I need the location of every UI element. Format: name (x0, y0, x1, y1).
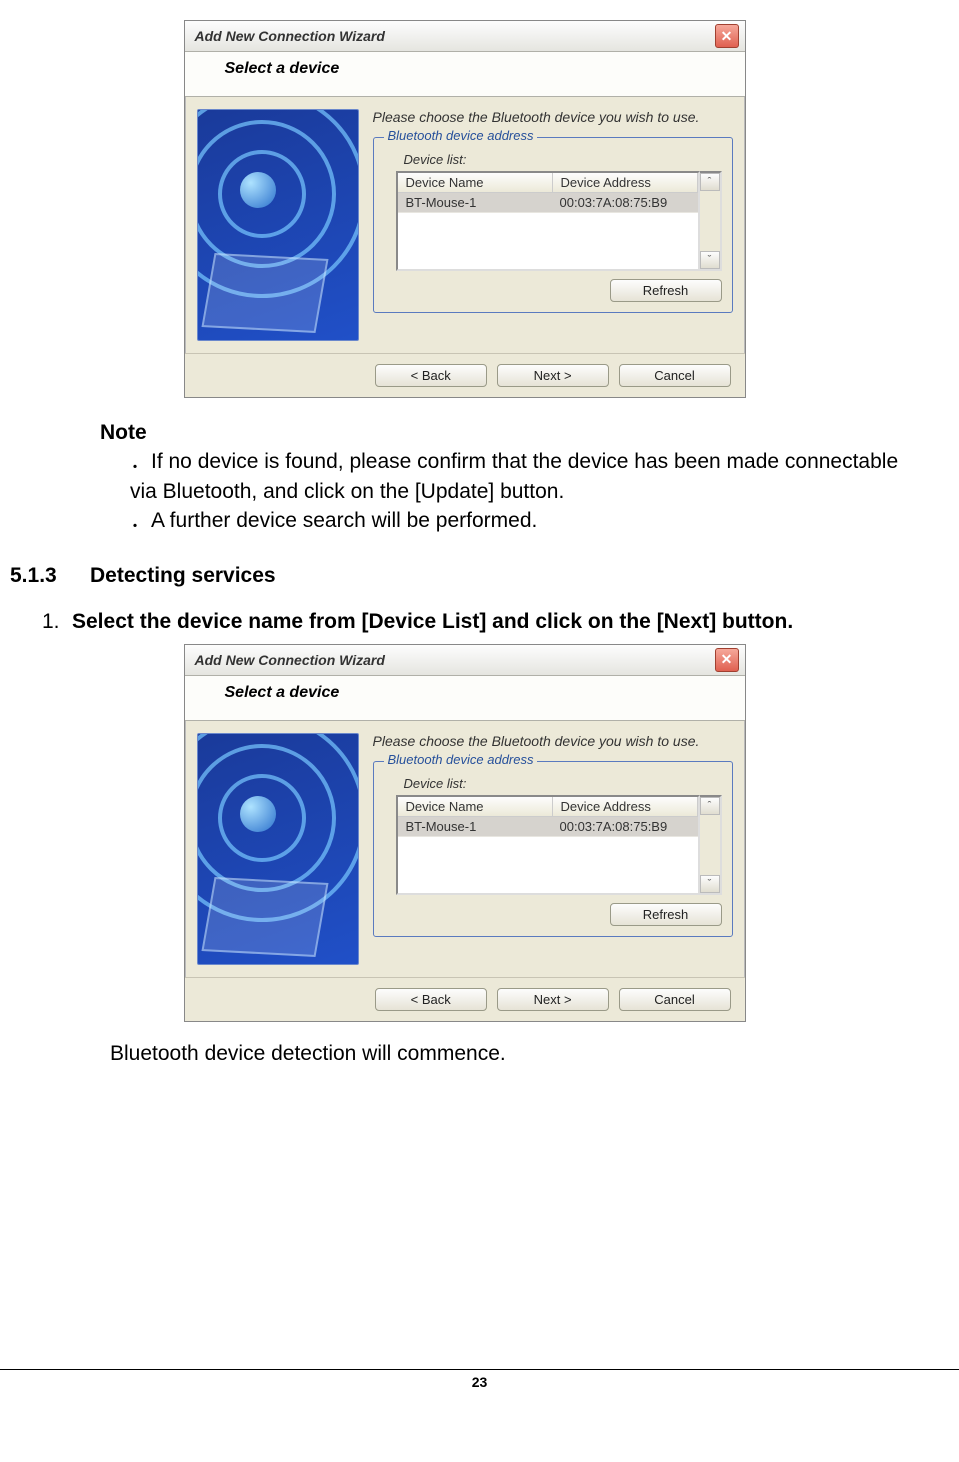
scroll-up-icon[interactable]: ˆ (700, 797, 720, 815)
scroll-up-icon[interactable]: ˆ (700, 173, 720, 191)
note-block: Note ．If no device is found, please conf… (100, 418, 919, 536)
page-number: 23 (472, 1374, 488, 1390)
wizard-dialog-1: Add New Connection Wizard ✕ Select a dev… (184, 20, 746, 398)
tail-text: Bluetooth device detection will commence… (110, 1042, 919, 1066)
table-row[interactable]: BT-Mouse-1 00:03:7A:08:75:B9 (398, 193, 698, 213)
titlebar: Add New Connection Wizard ✕ (185, 21, 745, 52)
col-header-address: Device Address (553, 797, 698, 816)
list-header: Device Name Device Address (398, 797, 698, 817)
device-list[interactable]: Device Name Device Address BT-Mouse-1 00… (396, 171, 700, 271)
dialog-subtitle: Select a device (185, 676, 745, 721)
table-row[interactable]: BT-Mouse-1 00:03:7A:08:75:B9 (398, 817, 698, 837)
dialog-title: Add New Connection Wizard (195, 652, 385, 668)
list-header: Device Name Device Address (398, 173, 698, 193)
cancel-button[interactable]: Cancel (619, 988, 731, 1011)
note-item: ．If no device is found, please confirm t… (130, 447, 919, 506)
section-number: 5.1.3 (10, 564, 90, 588)
note-heading: Note (100, 418, 919, 447)
group-label: Bluetooth device address (384, 128, 538, 143)
scroll-down-icon[interactable]: ˇ (700, 875, 720, 893)
refresh-button[interactable]: Refresh (610, 279, 722, 302)
scrollbar[interactable]: ˆ ˇ (700, 171, 722, 271)
step-line: 1. Select the device name from [Device L… (42, 610, 919, 634)
wizard-dialog-2: Add New Connection Wizard ✕ Select a dev… (184, 644, 746, 1022)
cancel-button[interactable]: Cancel (619, 364, 731, 387)
scroll-down-icon[interactable]: ˇ (700, 251, 720, 269)
section-title: Detecting services (90, 564, 276, 588)
section-heading: 5.1.3 Detecting services (10, 564, 919, 588)
close-icon[interactable]: ✕ (715, 648, 739, 672)
device-list-label: Device list: (404, 776, 722, 791)
instruction-text: Please choose the Bluetooth device you w… (373, 733, 733, 749)
device-list[interactable]: Device Name Device Address BT-Mouse-1 00… (396, 795, 700, 895)
wizard-illustration (197, 109, 359, 341)
row-device-address: 00:03:7A:08:75:B9 (552, 193, 698, 212)
back-button[interactable]: < Back (375, 364, 487, 387)
device-address-group: Bluetooth device address Device list: De… (373, 761, 733, 937)
next-button[interactable]: Next > (497, 988, 609, 1011)
group-label: Bluetooth device address (384, 752, 538, 767)
dialog-title: Add New Connection Wizard (195, 28, 385, 44)
row-device-name: BT-Mouse-1 (398, 817, 552, 836)
col-header-name: Device Name (398, 173, 553, 192)
instruction-text: Please choose the Bluetooth device you w… (373, 109, 733, 125)
col-header-address: Device Address (553, 173, 698, 192)
page-footer: 23 (0, 1369, 959, 1390)
refresh-button[interactable]: Refresh (610, 903, 722, 926)
step-text: Select the device name from [Device List… (72, 610, 919, 634)
device-list-label: Device list: (404, 152, 722, 167)
row-device-address: 00:03:7A:08:75:B9 (552, 817, 698, 836)
close-icon[interactable]: ✕ (715, 24, 739, 48)
button-row: < Back Next > Cancel (185, 977, 745, 1021)
row-device-name: BT-Mouse-1 (398, 193, 552, 212)
device-address-group: Bluetooth device address Device list: De… (373, 137, 733, 313)
scrollbar[interactable]: ˆ ˇ (700, 795, 722, 895)
back-button[interactable]: < Back (375, 988, 487, 1011)
dialog-subtitle: Select a device (185, 52, 745, 97)
col-header-name: Device Name (398, 797, 553, 816)
titlebar: Add New Connection Wizard ✕ (185, 645, 745, 676)
note-item: ．A further device search will be perform… (130, 506, 919, 535)
next-button[interactable]: Next > (497, 364, 609, 387)
button-row: < Back Next > Cancel (185, 353, 745, 397)
wizard-illustration (197, 733, 359, 965)
step-number: 1. (42, 610, 72, 634)
